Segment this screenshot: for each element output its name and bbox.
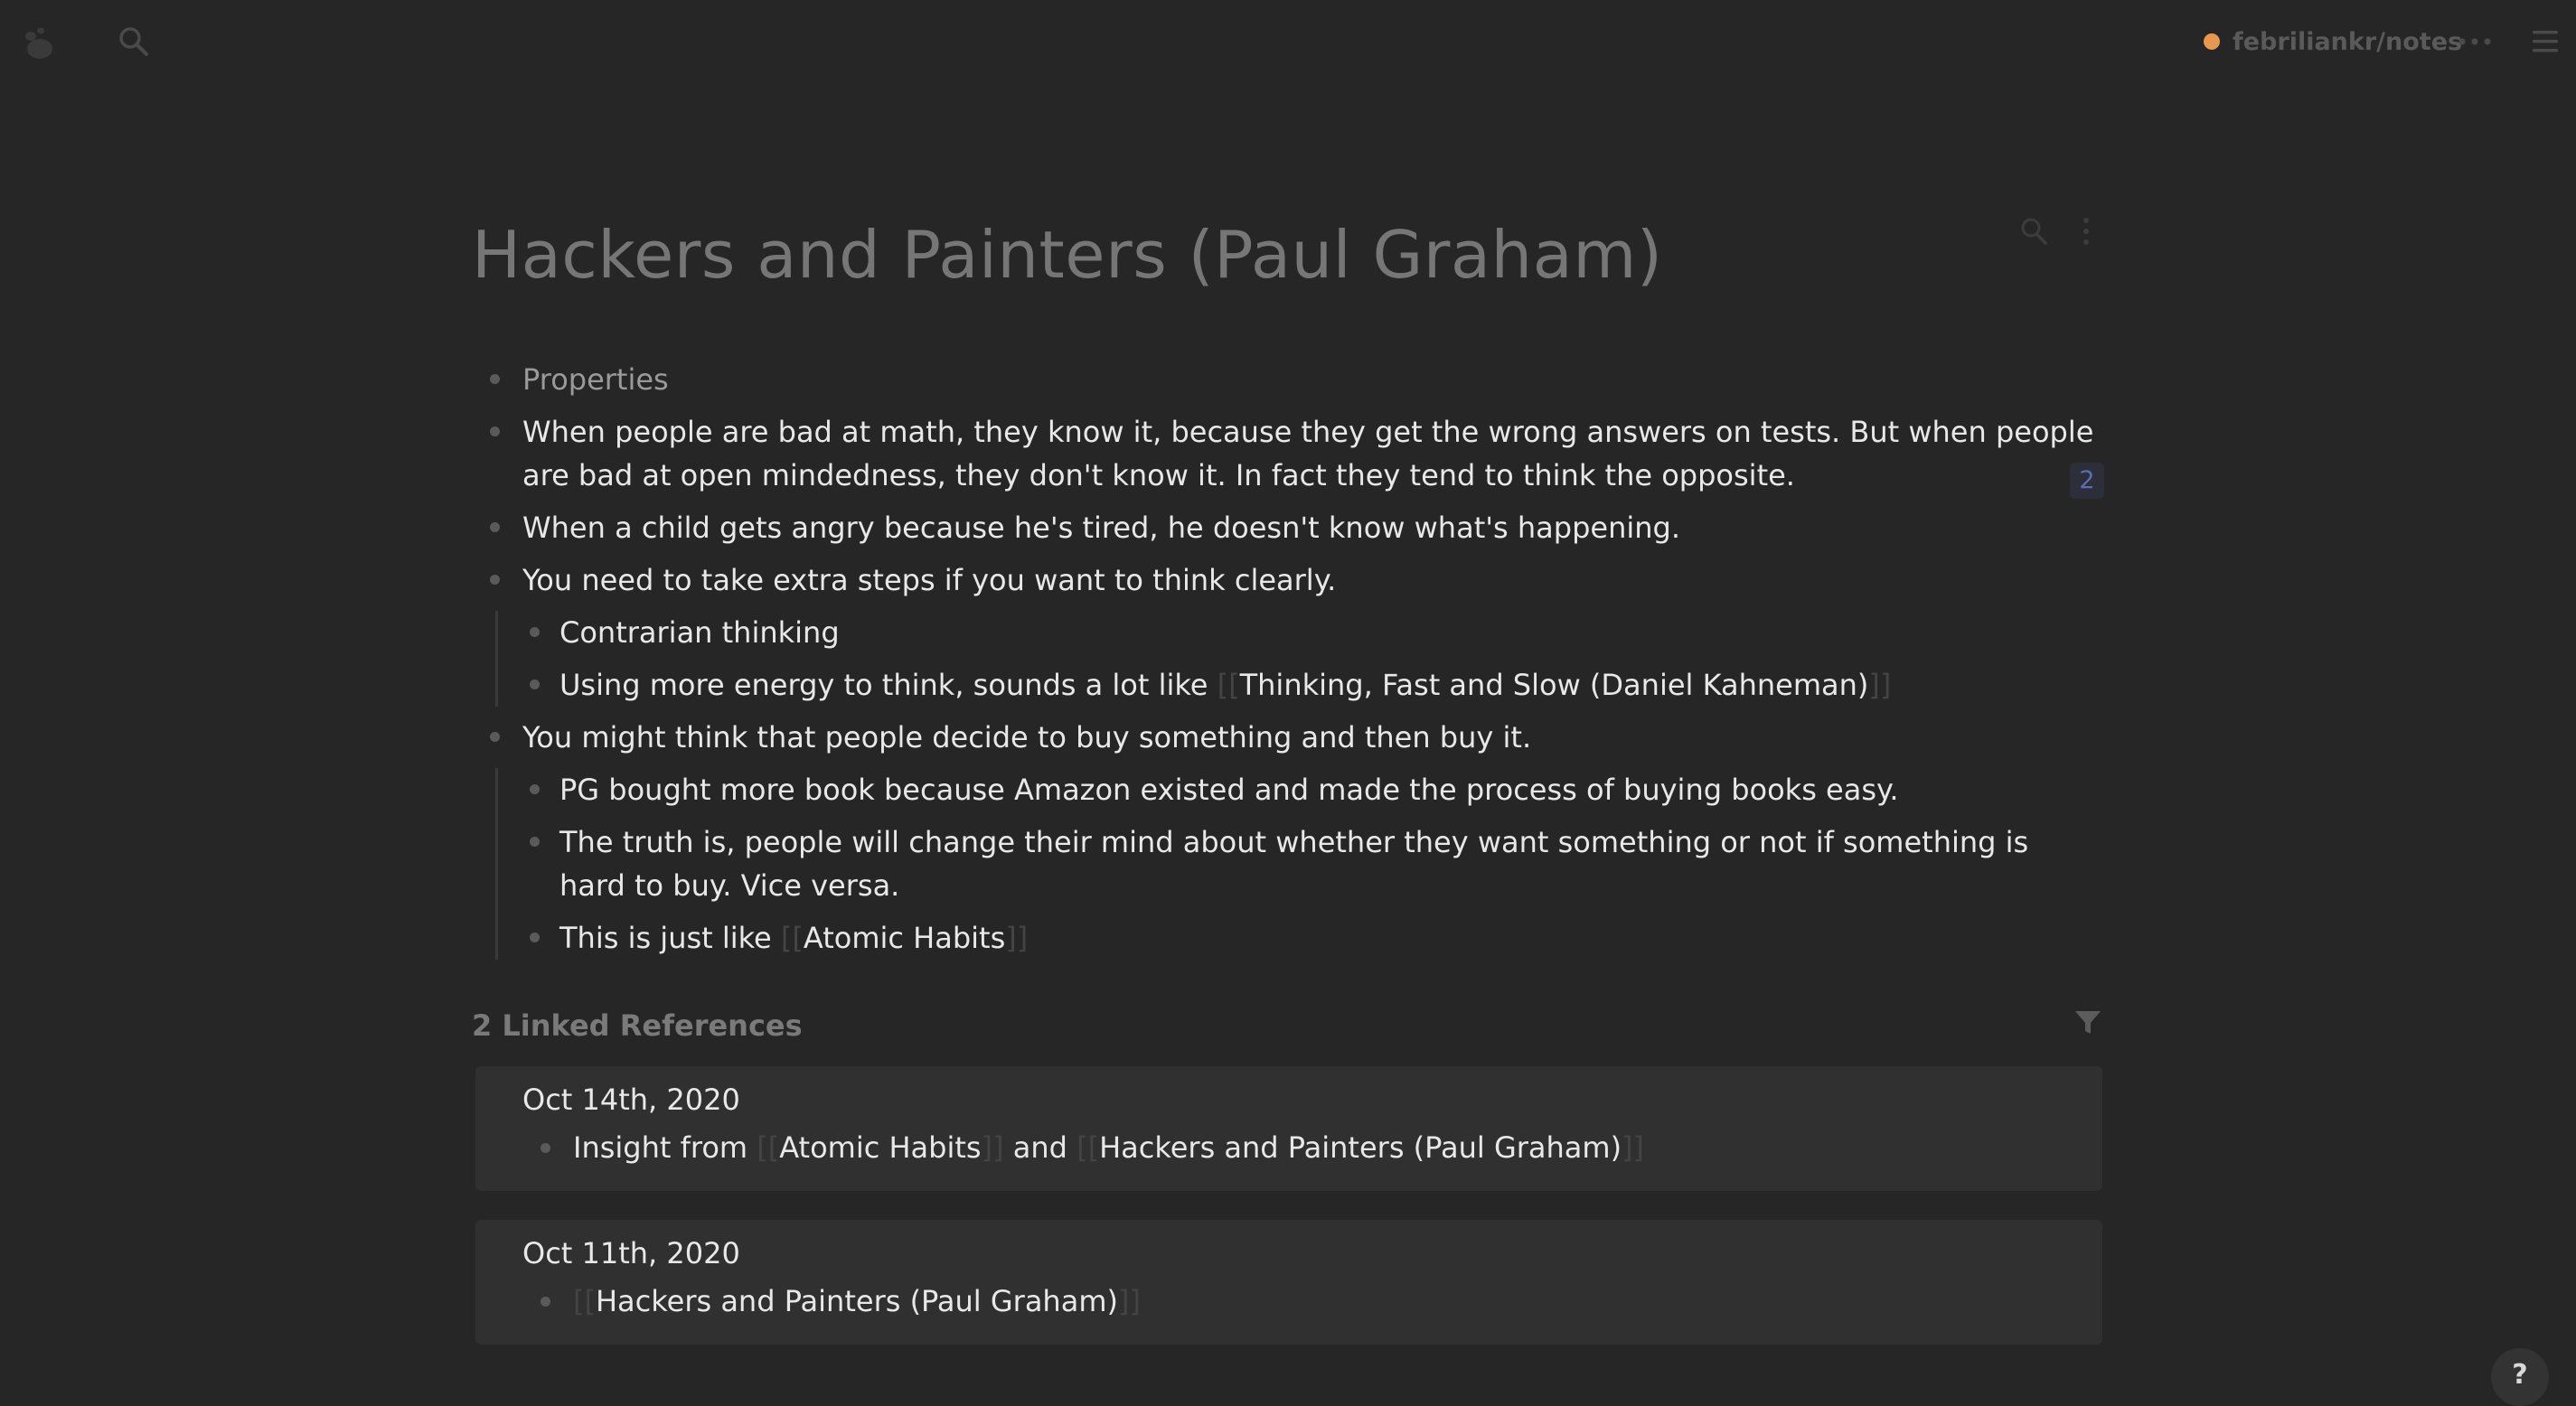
page-blocks: Properties When people are bad at math, … [472,358,2108,969]
link-bracket-open: [[ [1076,1130,1100,1165]
bullet-icon[interactable] [541,1297,550,1307]
link-bracket-open: [[ [1217,668,1240,702]
bullet-icon[interactable] [530,837,540,847]
page-link[interactable]: Hackers and Painters (Paul Graham) [596,1284,1118,1318]
block[interactable]: Contrarian thinking [514,611,2108,654]
linked-references-header[interactable]: 2 Linked References [472,1008,803,1043]
bullet-icon[interactable] [530,680,540,689]
more-vertical-icon[interactable] [2070,213,2102,249]
page-link[interactable]: Thinking, Fast and Slow (Daniel Kahneman… [1240,668,1869,702]
reference-card: Oct 11th, 2020 [[Hackers and Painters (P… [475,1220,2102,1345]
bullet-icon[interactable] [490,575,500,585]
block-text: Using more energy to think, sounds a lot… [559,668,1217,702]
block-text: Contrarian thinking [559,615,840,650]
block-text: You need to take extra steps if you want… [522,563,1337,597]
page-title[interactable]: Hackers and Painters (Paul Graham) [472,217,1663,293]
bullet-icon[interactable] [490,374,500,384]
page-search-icon[interactable] [2017,213,2050,249]
logseq-logo-icon[interactable] [14,16,65,67]
repo-name: febriliankr/notes [2233,27,2463,56]
search-icon[interactable] [114,22,154,61]
sync-status-dot [2204,33,2220,50]
top-bar: febriliankr/notes [0,0,2576,81]
block[interactable]: You need to take extra steps if you want… [472,558,2108,602]
link-bracket-close: ]] [1005,921,1029,955]
link-bracket-close: ]] [1117,1284,1141,1318]
block-text: and [1003,1130,1077,1165]
page-link[interactable]: Atomic Habits [804,921,1005,955]
block-text: PG bought more book because Amazon exist… [559,773,1899,807]
link-bracket-open: [[ [573,1284,596,1318]
reference-block[interactable]: Insight from [[Atomic Habits]] and [[Hac… [522,1126,1644,1169]
bullet-icon[interactable] [490,732,500,742]
bullet-icon[interactable] [541,1143,550,1153]
reference-block[interactable]: [[Hackers and Painters (Paul Graham)]] [522,1279,1141,1323]
bullet-icon[interactable] [530,784,540,794]
block[interactable]: Using more energy to think, sounds a lot… [514,663,2108,707]
block-reference-count-badge[interactable]: 2 [2070,463,2104,499]
link-bracket-open: [[ [757,1130,780,1165]
reference-card: Oct 14th, 2020 Insight from [[Atomic Hab… [475,1066,2102,1191]
link-bracket-close: ]] [981,1130,1004,1165]
block-text: Properties [522,362,669,397]
block[interactable]: The truth is, people will change their m… [514,820,2087,907]
block[interactable]: When people are bad at math, they know i… [472,410,2108,497]
page-link[interactable]: Atomic Habits [779,1130,981,1165]
block-properties[interactable]: Properties [472,358,2108,401]
block[interactable]: This is just like [[Atomic Habits]] [514,916,2108,960]
block-text: This is just like [559,921,781,955]
link-bracket-open: [[ [780,921,804,955]
reference-date-link[interactable]: Oct 14th, 2020 [522,1083,740,1117]
block[interactable]: You might think that people decide to bu… [472,716,2108,759]
page-link[interactable]: Hackers and Painters (Paul Graham) [1099,1130,1622,1165]
link-bracket-close: ]] [1622,1130,1645,1165]
block-text: You might think that people decide to bu… [522,720,1532,755]
menu-icon[interactable] [2527,22,2563,61]
block-text: When a child gets angry because he's tir… [522,511,1681,545]
link-bracket-close: ]] [1868,668,1892,702]
more-horizontal-icon[interactable] [2455,22,2495,61]
bullet-icon[interactable] [530,933,540,942]
block-children: PG bought more book because Amazon exist… [495,768,2108,960]
reference-date-link[interactable]: Oct 11th, 2020 [522,1236,740,1270]
block[interactable]: When a child gets angry because he's tir… [472,506,2108,549]
block-text: When people are bad at math, they know i… [522,415,2094,492]
help-button[interactable]: ? [2491,1348,2549,1406]
block-children: Contrarian thinking Using more energy to… [495,611,2108,707]
page-toolbar [2017,213,2102,249]
block[interactable]: PG bought more book because Amazon exist… [514,768,2108,811]
bullet-icon[interactable] [490,426,500,436]
block-text: Insight from [573,1130,757,1165]
bullet-icon[interactable] [490,522,500,532]
block-text: The truth is, people will change their m… [559,825,2029,903]
filter-icon[interactable] [2072,1007,2104,1039]
bullet-icon[interactable] [530,627,540,637]
repo-sync-status[interactable]: febriliankr/notes [2204,23,2462,60]
